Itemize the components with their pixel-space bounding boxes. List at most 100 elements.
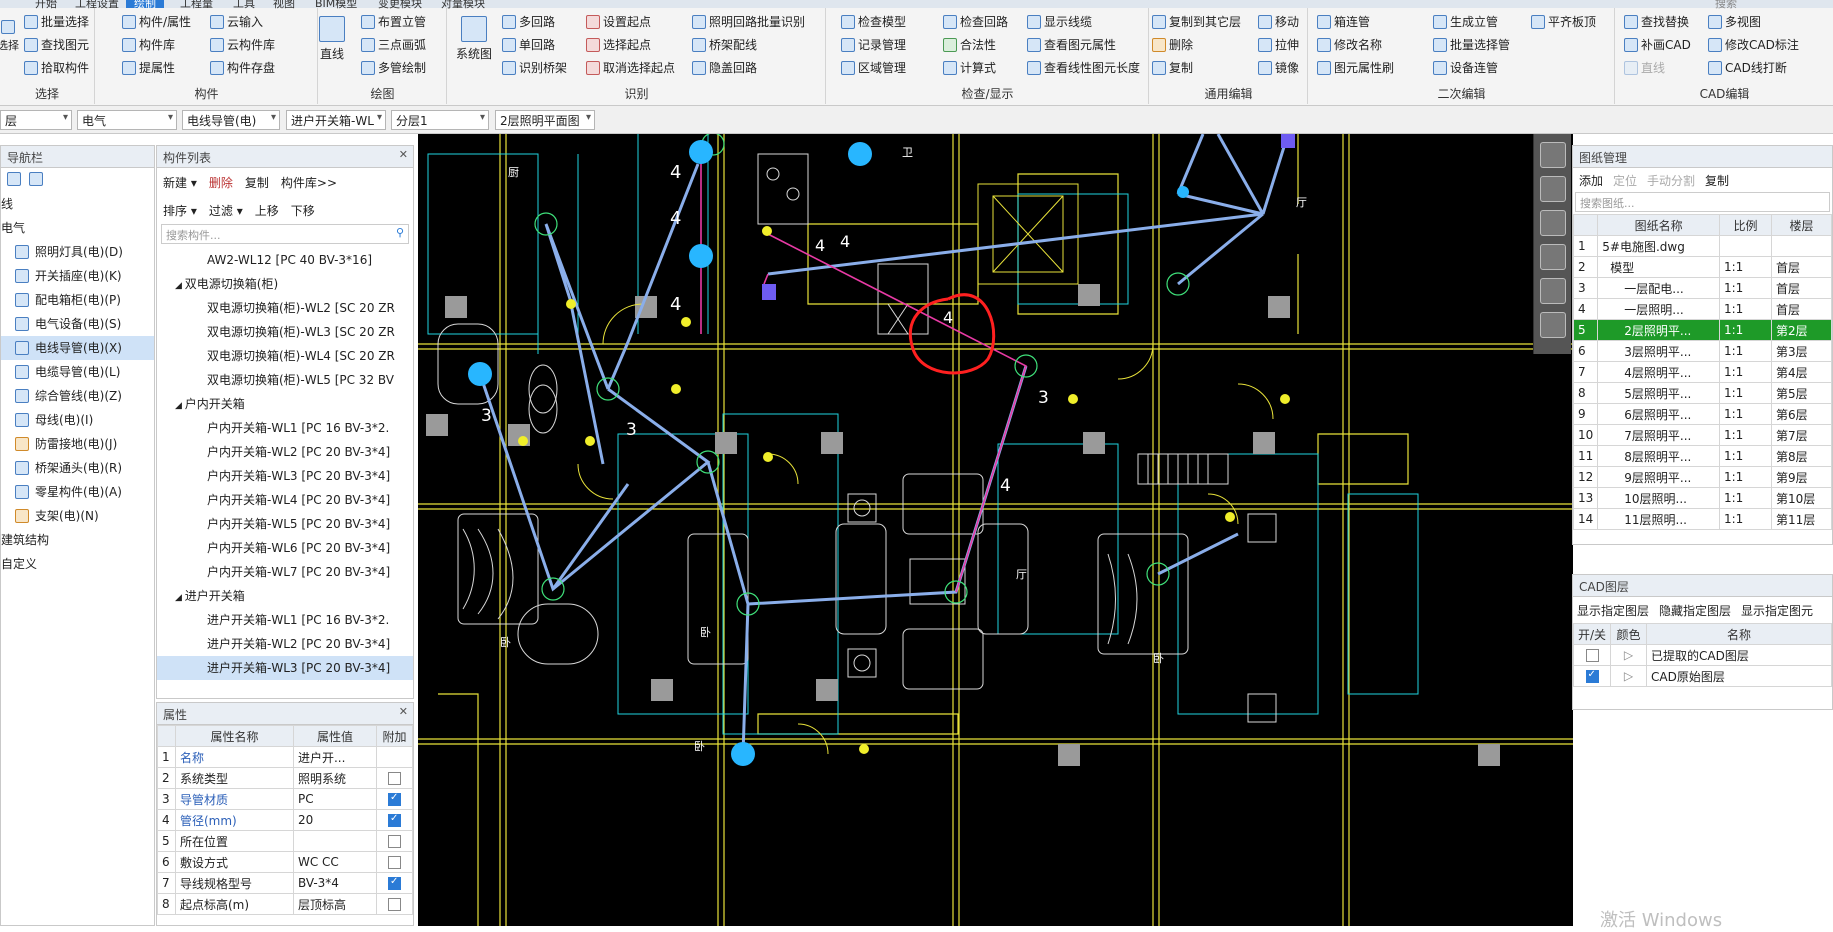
- prop-brush-button[interactable]: 图元属性刷: [1317, 59, 1394, 76]
- property-row[interactable]: 5 所在位置: [157, 830, 413, 852]
- attach-checkbox[interactable]: [388, 813, 401, 827]
- single-loop-button[interactable]: 单回路: [502, 36, 555, 53]
- nav-item-lighting[interactable]: 照明灯具(电)(D): [1, 240, 154, 264]
- show-layer-button[interactable]: 显示指定图层: [1577, 602, 1649, 619]
- drawing-row[interactable]: 5 2层照明平... 1:1 第2层: [1572, 319, 1832, 341]
- cancel-start-button[interactable]: 取消选择起点: [586, 59, 675, 76]
- component-item[interactable]: 户内开关箱-WL3 [PC 20 BV-3*4]: [157, 464, 413, 488]
- stretch-button[interactable]: 拉伸: [1258, 36, 1299, 53]
- drawing-row[interactable]: 1 5#电施图.dwg: [1572, 235, 1832, 257]
- drawing-row[interactable]: 4 一层照明... 1:1 首层: [1572, 298, 1832, 320]
- component-item[interactable]: 户内开关箱-WL6 [PC 20 BV-3*4]: [157, 536, 413, 560]
- component-item[interactable]: 双电源切换箱(柜)-WL2 [SC 20 ZR: [157, 296, 413, 320]
- nav-item-tray[interactable]: 桥架通头(电)(R): [1, 456, 154, 480]
- component-library-link[interactable]: 构件库>>: [281, 174, 337, 191]
- drawing-row[interactable]: 3 一层配电... 1:1 首层: [1572, 277, 1832, 299]
- component-search-input[interactable]: 搜索构件... ⚲: [161, 224, 409, 244]
- delete-component-button[interactable]: 删除: [209, 174, 233, 191]
- property-row[interactable]: 1 名称 进户开...: [157, 746, 413, 768]
- nav-item-misc[interactable]: 零星构件(电)(A): [1, 480, 154, 504]
- collapse-icon[interactable]: ◢: [175, 401, 185, 411]
- nav-add-icon[interactable]: [7, 172, 21, 186]
- component-item[interactable]: 进户开关箱-WL2 [PC 20 BV-3*4]: [157, 632, 413, 656]
- component-item[interactable]: 双电源切换箱(柜)-WL4 [SC 20 ZR: [157, 344, 413, 368]
- rotate-icon[interactable]: [1539, 278, 1566, 304]
- pick-component-button[interactable]: 拾取构件: [24, 59, 89, 76]
- copy-button[interactable]: 复制: [1152, 59, 1193, 76]
- copy-drawing-button[interactable]: 复制: [1705, 172, 1729, 189]
- record-manage-button[interactable]: 记录管理: [841, 36, 906, 53]
- property-value[interactable]: 20: [292, 809, 378, 831]
- component-item[interactable]: 双电源切换箱(柜)-WL5 [PC 32 BV: [157, 368, 413, 392]
- cad-line-button[interactable]: 直线: [1624, 59, 1665, 76]
- attach-checkbox[interactable]: [388, 835, 401, 848]
- layer-checkbox[interactable]: [1585, 669, 1599, 683]
- manual-split-button[interactable]: 手动分割: [1647, 172, 1695, 189]
- locate-button[interactable]: 定位: [1613, 172, 1637, 189]
- place-riser-button[interactable]: 布置立管: [361, 13, 426, 30]
- drawing-select[interactable]: 2层照明平面图: [495, 110, 595, 130]
- cloud-library-button[interactable]: 云构件库: [210, 36, 275, 53]
- identify-tray-button[interactable]: 识别桥架: [502, 59, 567, 76]
- component-item[interactable]: 户内开关箱-WL7 [PC 20 BV-3*4]: [157, 560, 413, 584]
- copy-component-button[interactable]: 复制: [245, 174, 269, 191]
- attach-checkbox[interactable]: [388, 856, 401, 869]
- attach-checkbox[interactable]: [388, 876, 401, 890]
- view-cube-icon[interactable]: [1539, 210, 1566, 236]
- component-item[interactable]: 户内开关箱-WL1 [PC 16 BV-3*2.: [157, 416, 413, 440]
- property-value[interactable]: [292, 830, 378, 852]
- box-connect-button[interactable]: 箱连管: [1317, 13, 1370, 30]
- view-3d-icon[interactable]: [1539, 176, 1566, 202]
- move-up-button[interactable]: 上移: [255, 202, 279, 219]
- new-button[interactable]: 新建 ▾: [163, 174, 197, 191]
- close-icon[interactable]: ✕: [399, 148, 408, 161]
- nav-item-device[interactable]: 电气设备(电)(S): [1, 312, 154, 336]
- drawing-search-input[interactable]: 搜索图纸...: [1575, 192, 1830, 212]
- move-button[interactable]: 移动: [1258, 13, 1299, 30]
- view-side-icon[interactable]: [1539, 244, 1566, 270]
- drawing-row[interactable]: 13 10层照明... 1:1 第10层: [1572, 487, 1832, 509]
- select-start-button[interactable]: 选择起点: [586, 36, 651, 53]
- nav-edit-icon[interactable]: [29, 172, 43, 186]
- delete-button[interactable]: 删除: [1152, 36, 1193, 53]
- nav-item-pipeline[interactable]: 综合管线(电)(Z): [1, 384, 154, 408]
- show-cables-button[interactable]: 显示线缆: [1027, 13, 1092, 30]
- layer-toggle[interactable]: [1572, 665, 1612, 687]
- drawing-row[interactable]: 11 8层照明平... 1:1 第8层: [1572, 445, 1832, 467]
- tray-wiring-button[interactable]: 桥架配线: [692, 36, 757, 53]
- set-start-button[interactable]: 设置起点: [586, 13, 651, 30]
- property-row[interactable]: 3 导管材质 PC: [157, 788, 413, 810]
- nav-item-switch[interactable]: 开关插座(电)(K): [1, 264, 154, 288]
- multi-pipe-button[interactable]: 多管绘制: [361, 59, 426, 76]
- cad-drawing[interactable]: [418, 134, 1573, 926]
- drawing-row[interactable]: 12 9层照明平... 1:1 第9层: [1572, 466, 1832, 488]
- component-item[interactable]: 进户开关箱-WL1 [PC 16 BV-3*2.: [157, 608, 413, 632]
- drawing-row[interactable]: 9 6层照明平... 1:1 第6层: [1572, 403, 1832, 425]
- component-props-button[interactable]: 构件/属性: [122, 13, 191, 30]
- property-value[interactable]: WC CC: [292, 851, 378, 873]
- cad-canvas[interactable]: B A 4 4 4 4 3 3 3 4 4 4 厨 卫 卧 卧 厅 卧 卧 厅: [418, 134, 1573, 926]
- area-manage-button[interactable]: 区域管理: [841, 59, 906, 76]
- check-loop-button[interactable]: 检查回路: [943, 13, 1008, 30]
- hidden-loop-button[interactable]: 隐盖回路: [692, 59, 757, 76]
- view-length-button[interactable]: 查看线性图元长度: [1027, 59, 1140, 76]
- three-point-arc-button[interactable]: 三点画弧: [361, 36, 426, 53]
- component-item[interactable]: AW2-WL12 [PC 40 BV-3*16]: [157, 248, 413, 272]
- component-item[interactable]: 户内开关箱-WL2 [PC 20 BV-3*4]: [157, 440, 413, 464]
- close-icon[interactable]: ✕: [399, 705, 408, 718]
- nav-item-lightning[interactable]: 防雷接地(电)(J): [1, 432, 154, 456]
- generate-riser-button[interactable]: 生成立管: [1433, 13, 1498, 30]
- system-diagram-button[interactable]: 系统图: [456, 16, 492, 62]
- find-replace-button[interactable]: 查找替换: [1624, 13, 1689, 30]
- edit-cad-annotation-button[interactable]: 修改CAD标注: [1708, 36, 1799, 53]
- drawing-row[interactable]: 14 11层照明... 1:1 第11层: [1572, 508, 1832, 530]
- component-select[interactable]: 进户开关箱-WL: [286, 110, 386, 130]
- find-element-button[interactable]: 查找图元: [24, 36, 89, 53]
- add-drawing-button[interactable]: 添加: [1579, 172, 1603, 189]
- device-connect-button[interactable]: 设备连管: [1433, 59, 1498, 76]
- collapse-icon[interactable]: ◢: [175, 281, 185, 291]
- check-model-button[interactable]: 检查模型: [841, 13, 906, 30]
- component-item[interactable]: 进户开关箱-WL3 [PC 20 BV-3*4]: [157, 656, 413, 680]
- component-item[interactable]: 户内开关箱-WL5 [PC 20 BV-3*4]: [157, 512, 413, 536]
- grid-icon[interactable]: [1539, 312, 1566, 338]
